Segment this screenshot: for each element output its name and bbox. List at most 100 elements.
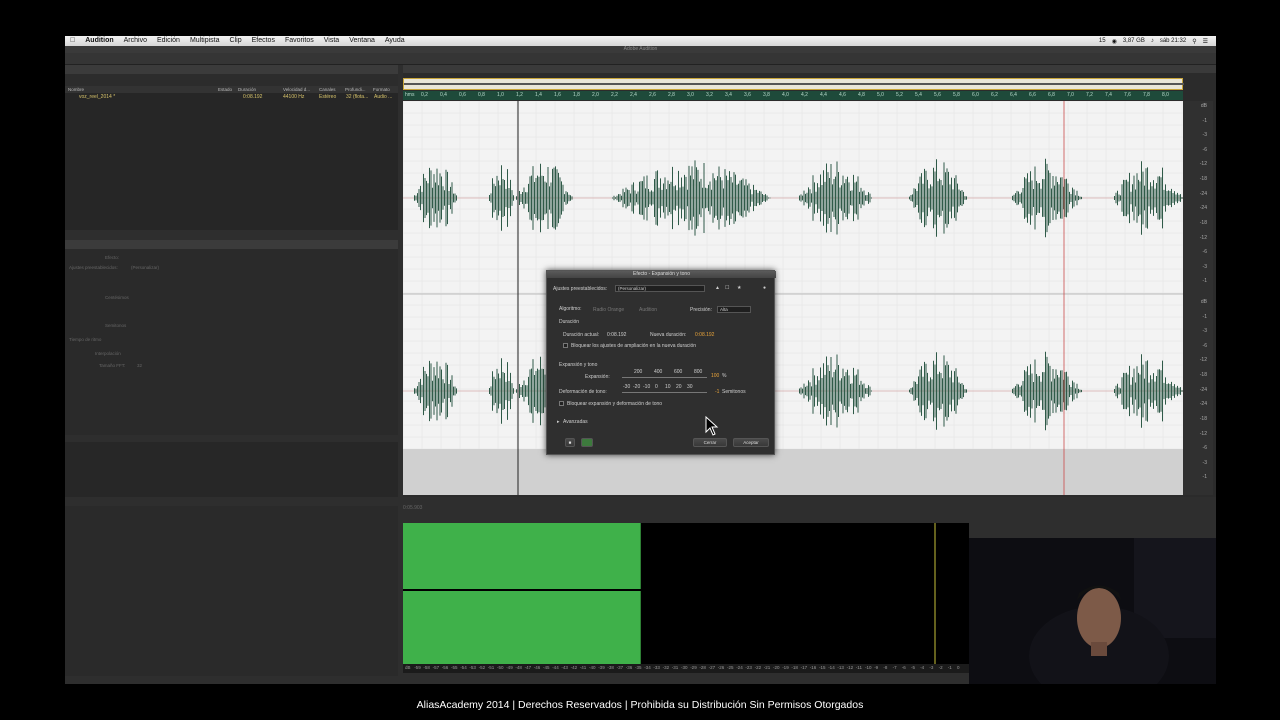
lock-pitch-checkbox[interactable]	[559, 401, 564, 406]
ruler-tick: 6,0	[972, 92, 979, 98]
menu-ayuda[interactable]: Ayuda	[380, 36, 410, 46]
editor-tab[interactable]	[403, 65, 1216, 73]
search-icon[interactable]: ⚲	[1192, 38, 1196, 45]
col-depth[interactable]: Profundi...	[342, 86, 370, 93]
clock[interactable]: sáb 21:32	[1160, 38, 1186, 44]
video-caption: AliasAcademy 2014 | Derechos Reservados …	[416, 699, 864, 711]
ruler-tick: 4,8	[858, 92, 865, 98]
pitch-tick-3: -10	[643, 384, 651, 390]
power-icon[interactable]: ●	[763, 285, 766, 291]
meter-tick: -47	[524, 665, 532, 670]
time-ruler[interactable]: hms 0,2 0,4 0,6 0,8 1,0 1,2 1,4 1,6 1,8 2,0 2,2 2,4…	[403, 91, 1183, 100]
preview-loop-button[interactable]	[581, 438, 593, 447]
preview-stop-button[interactable]: ■	[565, 438, 575, 447]
list-icon[interactable]: ☰	[1203, 38, 1208, 45]
menu-efectos[interactable]: Efectos	[247, 36, 280, 46]
effect-preset-value[interactable]: (Personalizar)	[131, 262, 159, 272]
menu-vista[interactable]: Vista	[319, 36, 344, 46]
meter-tick: -26	[717, 665, 725, 670]
ok-button[interactable]: Aceptar	[733, 438, 769, 447]
col-rate[interactable]: Velocidad d...	[280, 86, 316, 93]
ruler-tick: 4,2	[801, 92, 808, 98]
advanced-label[interactable]: Avanzadas	[563, 419, 588, 425]
ruler-tick: 4,6	[839, 92, 846, 98]
db-tick: -24	[1199, 401, 1207, 408]
lock-pitch-label: Bloquear expansión y deformación de tono	[567, 401, 663, 407]
pitch-tick-7: 30	[687, 384, 693, 390]
storage-indicator[interactable]: 3,87 GB	[1123, 38, 1145, 44]
ruler-tick: 5,4	[915, 92, 922, 98]
meter-scale: dB -59 -58 -57 -56 -55 -54 -53 -52 -51 -50 -49 -48 -4…	[403, 664, 969, 673]
menu-multipista[interactable]: Multipista	[185, 36, 225, 46]
wifi-icon[interactable]: ◉	[1112, 38, 1117, 45]
cents-label: Centésimos	[105, 294, 129, 300]
battery-level[interactable]: 15	[1099, 38, 1106, 44]
volume-icon[interactable]: ♪	[1151, 38, 1154, 44]
meter-tick: -27	[708, 665, 716, 670]
meter-tick: -21	[763, 665, 771, 670]
meter-tick: 0	[957, 665, 960, 670]
meter-tick: -43	[561, 665, 568, 670]
col-status[interactable]: Estado	[215, 86, 235, 93]
stretch-label: Expansión:	[585, 374, 610, 380]
meter-tick: -52	[478, 665, 486, 670]
pitch-slider[interactable]	[622, 392, 707, 393]
col-duration[interactable]: Duración	[235, 86, 280, 93]
meter-tick: -11	[855, 665, 862, 670]
apple-icon[interactable]: 	[65, 36, 80, 46]
meter-tick: -37	[616, 665, 624, 670]
db-tick: -24	[1199, 386, 1207, 393]
meter-tick: -2	[938, 665, 943, 670]
pitch-value[interactable]: -1	[715, 389, 719, 395]
lock-duration-checkbox[interactable]	[563, 343, 568, 348]
stretch-slider[interactable]	[622, 377, 707, 378]
meter-tick: dB	[405, 665, 411, 670]
meter-tick: -25	[727, 665, 734, 670]
file-name: voz_reel_2014 *	[79, 94, 116, 100]
menu-ventana[interactable]: Ventana	[344, 36, 380, 46]
history-panel	[65, 506, 398, 676]
dialog-title: Efecto - Expansión y tono	[547, 271, 776, 278]
new-duration-value[interactable]: 0:08.192	[695, 332, 714, 338]
desktop-screen:  Audition Archivo Edición Multipista Cl…	[65, 36, 1216, 684]
ruler-tick: 6,6	[1029, 92, 1036, 98]
close-button[interactable]: Cerrar	[693, 438, 727, 447]
ruler-tick: 0,2	[421, 92, 428, 98]
menu-favoritos[interactable]: Favoritos	[280, 36, 319, 46]
meter-tick: -8	[883, 665, 888, 670]
fft-value[interactable]: 32	[137, 360, 157, 370]
save-preset-icon[interactable]: ▲	[715, 285, 720, 291]
meter-tick: -41	[579, 665, 587, 670]
current-duration-value: 0:08.192	[607, 332, 627, 338]
favorite-icon[interactable]: ★	[737, 285, 741, 291]
db-tick: -12	[1199, 430, 1207, 437]
lock-duration-label: Bloquear los ajustes de ampliación en la…	[571, 343, 697, 349]
meter-tick: -13	[837, 665, 844, 670]
delete-preset-icon[interactable]: ☐	[725, 285, 729, 291]
algorithm-radio-1[interactable]: Radio Orange	[593, 307, 624, 313]
meter-tick: -3	[929, 665, 934, 670]
overview-strip[interactable]	[403, 78, 1184, 90]
ruler-tick: 0,8	[478, 92, 485, 98]
advanced-disclosure-icon[interactable]: ▸	[557, 419, 560, 425]
ruler-tick: 1,4	[535, 92, 542, 98]
ruler-tick: 6,2	[991, 92, 998, 98]
time-display: 0:05.903	[403, 505, 423, 511]
algorithm-radio-2[interactable]: Audition	[639, 307, 657, 313]
menu-clip[interactable]: Clip	[225, 36, 247, 46]
menu-edicion[interactable]: Edición	[152, 36, 185, 46]
ruler-tick: 7,8	[1143, 92, 1150, 98]
menu-archivo[interactable]: Archivo	[119, 36, 152, 46]
stretch-value[interactable]: 100	[711, 373, 719, 379]
file-row[interactable]: voz_reel_2014 * 0:08.192 44100 Hz Estére…	[65, 93, 398, 101]
meter-tick: -12	[846, 665, 854, 670]
col-format[interactable]: Formato	[370, 86, 392, 93]
interp-label: Interpolación	[95, 350, 121, 356]
waveform-area[interactable]	[403, 101, 1183, 495]
preset-select[interactable]: (Personalizar)	[615, 285, 705, 292]
col-channels[interactable]: Canales	[316, 86, 342, 93]
menu-audition[interactable]: Audition	[80, 36, 118, 46]
precision-select[interactable]: Alta	[717, 306, 751, 313]
col-name[interactable]: Nombre	[65, 86, 215, 93]
current-duration-label: Duración actual:	[563, 332, 600, 338]
